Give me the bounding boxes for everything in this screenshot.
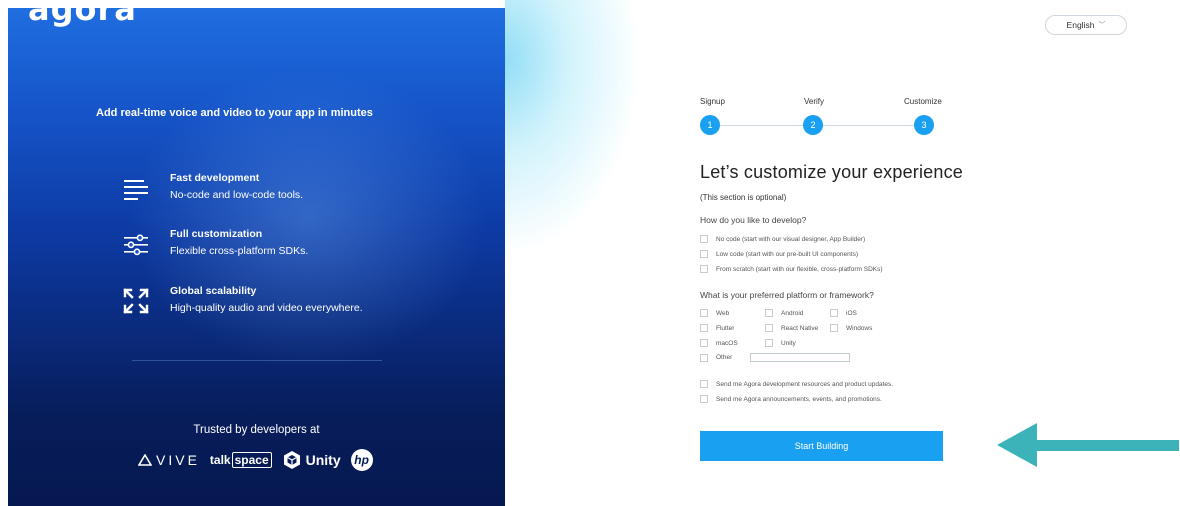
checkbox[interactable] [700, 395, 708, 403]
consent-label: Send me Agora announcements, events, and… [716, 395, 882, 403]
unity-cube-icon [283, 451, 300, 469]
question-platform: What is your preferred platform or frame… [700, 290, 874, 300]
checkbox[interactable] [765, 309, 773, 317]
feature-title: Fast development [170, 172, 260, 184]
platform-label: React Native [781, 324, 819, 332]
tagline: Add real-time voice and video to your ap… [96, 107, 373, 119]
platform-react-native[interactable]: React Native [765, 324, 818, 332]
feature-title: Global scalability [170, 285, 257, 297]
platform-label: macOS [716, 339, 738, 347]
trusted-by-text: Trusted by developers at [193, 424, 320, 436]
checkbox[interactable] [700, 324, 708, 332]
question-develop: How do you like to develop? [700, 215, 807, 225]
language-label: English [1066, 20, 1095, 30]
vive-text: VIVE [156, 452, 200, 468]
feature-desc: No-code and low-code tools. [170, 189, 304, 201]
platform-label: Windows [846, 324, 873, 332]
platform-other[interactable]: Other [700, 353, 851, 362]
platform-label: Web [716, 309, 730, 317]
step-label-customize: Customize [904, 97, 942, 106]
checkbox[interactable] [765, 339, 773, 347]
step-circle-2: 2 [803, 115, 823, 135]
checkbox[interactable] [700, 353, 708, 362]
vive-logo: VIVE [138, 452, 200, 468]
feature-fast-development: Fast development No-code and low-code to… [122, 172, 303, 202]
other-platform-input[interactable] [750, 353, 851, 362]
platform-label: Flutter [716, 324, 735, 332]
step-circle-1: 1 [700, 115, 720, 135]
language-selector[interactable]: English ﹀ [1045, 15, 1127, 35]
feature-title: Full customization [170, 228, 263, 240]
checkbox[interactable] [765, 324, 773, 332]
unity-text: Unity [305, 452, 341, 468]
agora-logo: agora [28, 8, 137, 28]
step-label-signup: Signup [700, 97, 725, 106]
option-low-code[interactable]: Low code (start with our pre-built UI co… [700, 250, 858, 258]
platform-unity[interactable]: Unity [765, 339, 796, 347]
start-building-button[interactable]: Start Building [700, 431, 943, 461]
checkbox[interactable] [700, 339, 708, 347]
consent-resources[interactable]: Send me Agora development resources and … [700, 380, 893, 388]
checkbox[interactable] [700, 235, 708, 243]
checkbox[interactable] [700, 380, 708, 388]
sliders-icon [124, 234, 148, 256]
chevron-down-icon: ﹀ [1098, 22, 1106, 29]
platform-flutter[interactable]: Flutter [700, 324, 734, 332]
step-connector [720, 125, 803, 126]
signup-page: agora Add real-time voice and video to y… [0, 0, 1180, 506]
consent-announcements[interactable]: Send me Agora announcements, events, and… [700, 395, 882, 403]
step-connector [823, 125, 914, 126]
step-label-verify: Verify [804, 97, 825, 106]
option-label: From scratch (start with our flexible, c… [716, 265, 883, 273]
platform-label: Other [716, 354, 733, 361]
divider [132, 360, 382, 361]
option-label: No code (start with our visual designer,… [716, 235, 866, 243]
triangle-icon [138, 454, 152, 466]
hp-logo: hp [350, 449, 373, 471]
platform-label: Android [781, 309, 804, 317]
unity-logo: Unity [282, 450, 341, 470]
checkbox[interactable] [830, 324, 838, 332]
platform-ios[interactable]: iOS [830, 309, 857, 317]
arrow-left-icon [997, 423, 1179, 467]
step-circle-3: 3 [914, 115, 934, 135]
option-from-scratch[interactable]: From scratch (start with our flexible, c… [700, 265, 883, 273]
platform-web[interactable]: Web [700, 309, 729, 317]
platform-macos[interactable]: macOS [700, 339, 738, 347]
space-text: space [231, 452, 272, 468]
feature-full-customization: Full customization Flexible cross-platfo… [122, 228, 308, 258]
checkbox[interactable] [700, 309, 708, 317]
talkspace-logo: talk space [210, 452, 272, 468]
consent-label: Send me Agora development resources and … [716, 380, 894, 388]
option-no-code[interactable]: No code (start with our visual designer,… [700, 235, 865, 243]
marketing-panel: agora Add real-time voice and video to y… [8, 8, 505, 506]
feature-global-scalability: Global scalability High-quality audio an… [122, 285, 363, 315]
lines-icon [124, 180, 148, 200]
feature-desc: Flexible cross-platform SDKs. [170, 245, 309, 257]
checkbox[interactable] [830, 309, 838, 317]
checkbox[interactable] [700, 265, 708, 273]
page-title: Let’s customize your experience [700, 162, 963, 182]
platform-windows[interactable]: Windows [830, 324, 872, 332]
platform-label: iOS [846, 309, 857, 317]
option-label: Low code (start with our pre-built UI co… [716, 250, 858, 258]
platform-label: Unity [781, 339, 796, 347]
expand-arrows-icon [123, 288, 149, 314]
checkbox[interactable] [700, 250, 708, 258]
feature-desc: High-quality audio and video everywhere. [170, 302, 363, 314]
talk-text: talk [209, 453, 231, 467]
platform-android[interactable]: Android [765, 309, 803, 317]
brand-logos: VIVE talk space Unity hp [138, 449, 383, 471]
optional-note: (This section is optional) [700, 193, 787, 202]
